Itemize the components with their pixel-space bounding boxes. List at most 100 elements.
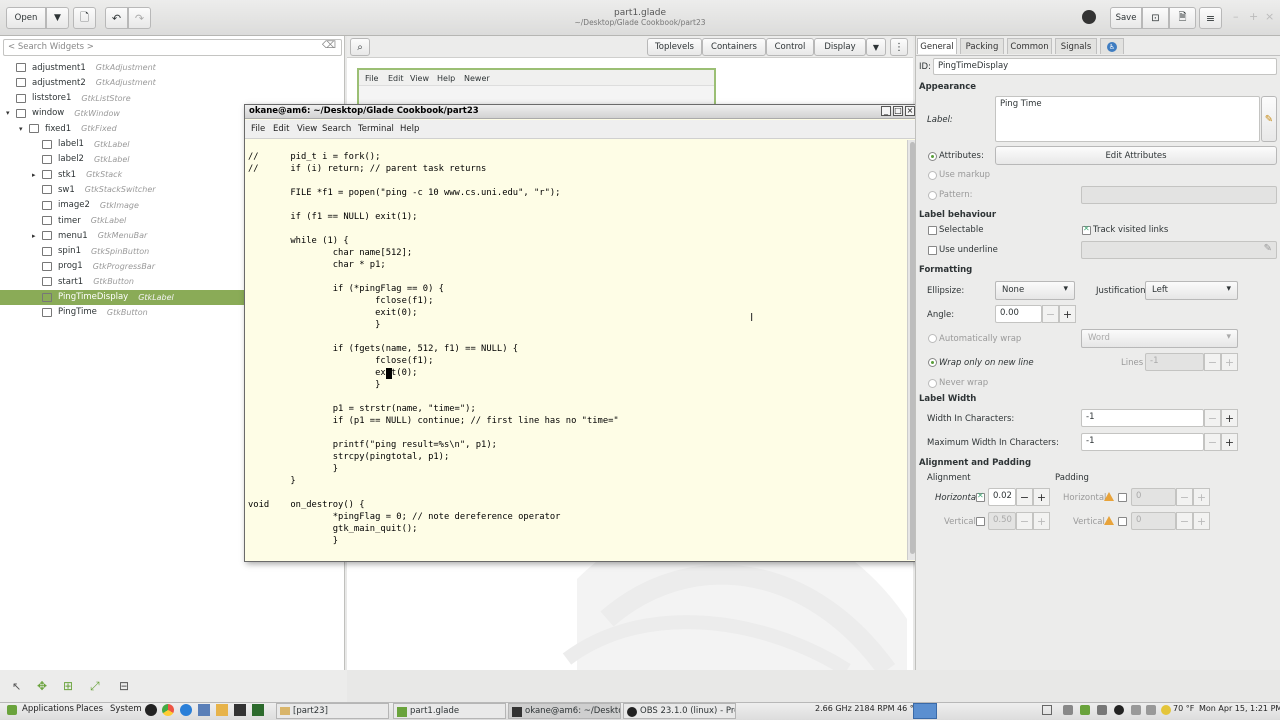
volume-icon[interactable] xyxy=(1146,705,1156,715)
angle-decrement-button[interactable]: − xyxy=(1042,305,1059,323)
preview-menu-edit[interactable]: Edit xyxy=(388,74,404,83)
terminal-menu-file[interactable]: File xyxy=(251,124,265,134)
label-text-field[interactable]: Ping Time xyxy=(995,96,1260,142)
width-chars-field[interactable]: -1 xyxy=(1081,409,1204,427)
palette-more-button[interactable]: ▼ xyxy=(866,38,886,56)
expander-icon[interactable]: ▸ xyxy=(32,171,42,179)
clear-search-icon[interactable]: ⌫ xyxy=(322,40,336,51)
lines-increment-button[interactable]: + xyxy=(1221,353,1238,371)
selectable-checkbox[interactable] xyxy=(928,226,937,235)
taskbar-places-menu[interactable]: Places xyxy=(76,704,103,714)
task-terminal[interactable]: okane@am6: ~/Deskto... xyxy=(508,703,621,719)
preview-menu-newer[interactable]: Newer xyxy=(464,74,490,83)
task-obs[interactable]: OBS 23.1.0 (linux) - Pro... xyxy=(623,703,736,719)
lines-decrement-button[interactable]: − xyxy=(1204,353,1221,371)
tab-accessibility[interactable]: ♿ xyxy=(1100,38,1124,54)
preview-menu-help[interactable]: Help xyxy=(437,74,455,83)
tab-general[interactable]: General xyxy=(917,38,957,54)
pattern-radio[interactable] xyxy=(928,191,937,200)
h-pad-checkbox[interactable] xyxy=(1118,493,1127,502)
tab-common[interactable]: Common xyxy=(1007,38,1052,54)
v-pad-field[interactable]: 0 xyxy=(1131,512,1176,530)
align-icon[interactable]: ⊟ xyxy=(119,679,129,693)
update-icon[interactable] xyxy=(1080,705,1090,715)
obs-launcher-icon[interactable] xyxy=(145,704,157,716)
tab-packing[interactable]: Packing xyxy=(960,38,1004,54)
palette-display-button[interactable]: Display xyxy=(814,38,866,56)
clock[interactable]: Mon Apr 15, 1:21 PM xyxy=(1199,704,1280,713)
inspector-icon[interactable] xyxy=(1082,10,1096,24)
h-align-increment-button[interactable]: + xyxy=(1033,488,1050,506)
mint-menu-icon[interactable] xyxy=(7,705,17,715)
expander-icon[interactable]: ▾ xyxy=(19,125,29,133)
show-desktop-icon[interactable] xyxy=(1042,705,1052,715)
obs-tray-icon[interactable] xyxy=(1114,705,1124,715)
network-icon[interactable] xyxy=(1063,705,1073,715)
wrap-new-line-radio[interactable] xyxy=(928,358,937,367)
never-wrap-radio[interactable] xyxy=(928,379,937,388)
chrome-launcher-icon[interactable] xyxy=(162,704,174,716)
palette-control-button[interactable]: Control xyxy=(766,38,814,56)
preview-menu-view[interactable]: View xyxy=(410,74,429,83)
max-width-chars-field[interactable]: -1 xyxy=(1081,433,1204,451)
keyboard-icon[interactable] xyxy=(1131,705,1141,715)
width-chars-decrement-button[interactable]: − xyxy=(1204,409,1221,427)
export-button[interactable]: 🗎 xyxy=(1169,7,1196,29)
taskbar-applications-menu[interactable]: Applications xyxy=(22,704,74,714)
terminal-minimize-icon[interactable]: _ xyxy=(881,106,891,116)
monitor-launcher-icon[interactable] xyxy=(252,704,264,716)
tree-item-adjustment2[interactable]: adjustment2 GtkAdjustment xyxy=(0,75,343,90)
angle-increment-button[interactable]: + xyxy=(1059,305,1076,323)
save-button[interactable]: Save xyxy=(1110,7,1142,29)
auto-wrap-radio[interactable] xyxy=(928,334,937,343)
edit-attributes-button[interactable]: Edit Attributes xyxy=(995,146,1277,165)
v-align-increment-button[interactable]: + xyxy=(1033,512,1050,530)
browser-launcher-icon[interactable] xyxy=(180,704,192,716)
max-width-chars-increment-button[interactable]: + xyxy=(1221,433,1238,451)
task-part23[interactable]: [part23] xyxy=(276,703,389,719)
pointer-icon[interactable]: ↖ xyxy=(12,680,21,693)
use-markup-radio[interactable] xyxy=(928,171,937,180)
attributes-radio[interactable] xyxy=(928,152,937,161)
terminal-menu-search[interactable]: Search xyxy=(322,124,351,134)
h-pad-increment-button[interactable]: + xyxy=(1193,488,1210,506)
terminal-menu-terminal[interactable]: Terminal xyxy=(358,124,394,134)
resize-icon[interactable]: ⊞ xyxy=(63,679,73,693)
lines-field[interactable]: -1 xyxy=(1145,353,1204,371)
v-pad-increment-button[interactable]: + xyxy=(1193,512,1210,530)
glade-launcher-icon[interactable] xyxy=(198,704,210,716)
h-align-decrement-button[interactable]: − xyxy=(1016,488,1033,506)
terminal-menu-edit[interactable]: Edit xyxy=(273,124,289,134)
pattern-field[interactable] xyxy=(1081,186,1277,204)
id-field[interactable]: PingTimeDisplay xyxy=(933,58,1277,75)
tab-signals[interactable]: Signals xyxy=(1055,38,1097,54)
close-icon[interactable]: × xyxy=(1265,10,1274,23)
v-align-decrement-button[interactable]: − xyxy=(1016,512,1033,530)
save-as-button[interactable]: ⊡ xyxy=(1142,7,1169,29)
label-edit-button[interactable]: ✎ xyxy=(1261,96,1277,142)
angle-field[interactable]: 0.00 xyxy=(995,305,1042,323)
terminal-menu-view[interactable]: View xyxy=(297,124,317,134)
v-pad-checkbox[interactable] xyxy=(1118,517,1127,526)
palette-toplevels-button[interactable]: Toplevels xyxy=(647,38,702,56)
use-underline-checkbox[interactable] xyxy=(928,246,937,255)
width-chars-increment-button[interactable]: + xyxy=(1221,409,1238,427)
h-pad-decrement-button[interactable]: − xyxy=(1176,488,1193,506)
wrap-mode-combo[interactable]: Word xyxy=(1081,329,1238,348)
v-align-field[interactable]: 0.50 xyxy=(988,512,1016,530)
max-width-chars-decrement-button[interactable]: − xyxy=(1204,433,1221,451)
tree-item-adjustment1[interactable]: adjustment1 GtkAdjustment xyxy=(0,60,343,75)
h-align-checkbox[interactable] xyxy=(976,491,985,502)
margin-icon[interactable]: ⤢ xyxy=(90,679,100,694)
move-icon[interactable]: ✥ xyxy=(37,679,47,693)
terminal-text[interactable]: // pid_t i = fork(); // if (i) return; //… xyxy=(248,151,904,551)
terminal-launcher-icon[interactable] xyxy=(234,704,246,716)
hamburger-menu-button[interactable]: ≡ xyxy=(1199,7,1222,29)
palette-menu-button[interactable]: ⋮ xyxy=(890,38,908,56)
v-align-checkbox[interactable] xyxy=(976,517,985,526)
editor-launcher-icon[interactable] xyxy=(216,704,228,716)
terminal-close-icon[interactable]: × xyxy=(905,106,915,116)
h-align-field[interactable]: 0.02 xyxy=(988,488,1016,506)
terminal-maximize-icon[interactable]: □ xyxy=(893,106,903,116)
track-visited-checkbox[interactable] xyxy=(1082,224,1091,235)
